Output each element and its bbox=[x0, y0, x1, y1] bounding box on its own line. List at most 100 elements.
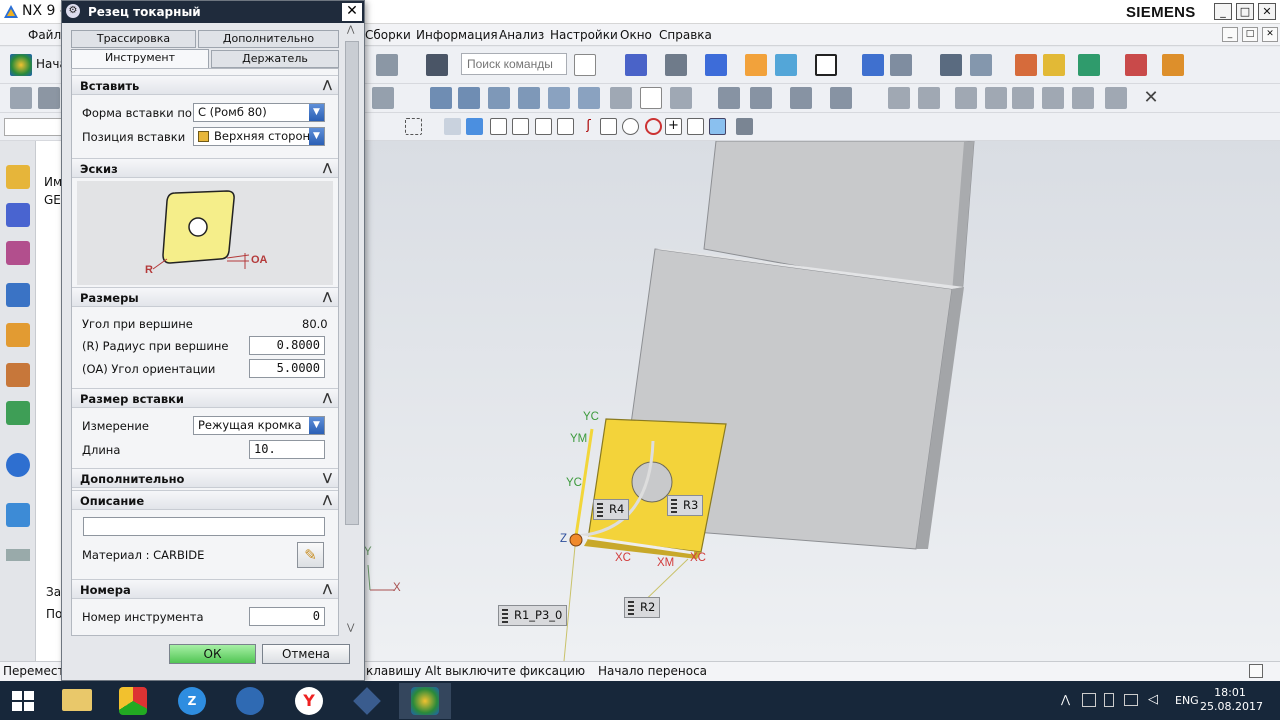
label-r3[interactable]: R3 bbox=[667, 495, 704, 516]
chevron-down-icon[interactable]: ▼ bbox=[309, 417, 324, 434]
op-icon-13[interactable] bbox=[718, 87, 740, 109]
start-icon[interactable] bbox=[10, 54, 32, 76]
snap-control-icon[interactable] bbox=[557, 118, 574, 135]
command-search-input[interactable] bbox=[461, 53, 567, 75]
file-explorer-icon[interactable] bbox=[62, 689, 92, 711]
language-indicator[interactable]: ENG bbox=[1175, 694, 1199, 707]
snap-curve-icon[interactable]: ʃ bbox=[580, 118, 597, 135]
snap-center-icon[interactable] bbox=[622, 118, 639, 135]
dialog-close-button[interactable]: ✕ bbox=[342, 3, 362, 21]
tray-battery-icon[interactable] bbox=[1104, 693, 1114, 707]
reuse-library-icon[interactable] bbox=[6, 323, 30, 347]
generate-icon[interactable] bbox=[1125, 54, 1147, 76]
doc-restore-icon[interactable]: □ bbox=[1242, 27, 1258, 42]
tray-volume-icon[interactable]: ◁ bbox=[1148, 692, 1158, 707]
menu-window[interactable]: Окно bbox=[620, 28, 652, 42]
move-object-icon[interactable] bbox=[890, 54, 912, 76]
snap-point-on-icon[interactable]: + bbox=[665, 118, 682, 135]
snap-end-icon[interactable] bbox=[512, 118, 529, 135]
op-icon-3[interactable] bbox=[372, 87, 394, 109]
graphics-window[interactable]: YC YM YC Z XC XM XC Y X R4 R3 R2 R1_P3_0 bbox=[364, 140, 1280, 662]
tool-number-input[interactable]: 0 bbox=[249, 607, 325, 626]
section-additional-header[interactable]: Дополнительно ⋁ bbox=[72, 468, 338, 488]
material-library-button[interactable]: ✎ bbox=[297, 542, 324, 568]
op-icon-2[interactable] bbox=[38, 87, 60, 109]
snap-mid-icon[interactable] bbox=[535, 118, 552, 135]
find-command-icon[interactable] bbox=[574, 54, 596, 76]
roles-icon[interactable] bbox=[6, 503, 30, 527]
op-icon-15[interactable] bbox=[790, 87, 812, 109]
expand-icon[interactable]: ⋁ bbox=[323, 471, 332, 484]
op-icon-16[interactable] bbox=[830, 87, 852, 109]
op-icon-20[interactable] bbox=[985, 87, 1007, 109]
op-icon-21[interactable] bbox=[1012, 87, 1034, 109]
operation-navigator-icon[interactable] bbox=[6, 283, 30, 307]
op-icon-22[interactable] bbox=[1042, 87, 1064, 109]
collapse-icon[interactable]: ⋀ bbox=[323, 161, 332, 174]
windows-start-icon[interactable] bbox=[12, 691, 34, 711]
menu-file[interactable]: Файл bbox=[28, 28, 61, 42]
section-sketch-header[interactable]: Эскиз ⋀ bbox=[72, 158, 338, 178]
tab-holder[interactable]: Держатель bbox=[211, 50, 339, 68]
app-icon-1[interactable] bbox=[119, 687, 147, 715]
scroll-up-icon[interactable]: ⋀ bbox=[347, 25, 354, 35]
snap-bounded-icon[interactable] bbox=[709, 118, 726, 135]
op-icon-5[interactable] bbox=[458, 87, 480, 109]
label-r4[interactable]: R4 bbox=[593, 499, 630, 520]
web-browser-icon[interactable] bbox=[6, 453, 30, 477]
tray-network-icon[interactable] bbox=[1082, 693, 1096, 707]
insert-position-select[interactable]: Верхняя сторона ▼ bbox=[193, 127, 325, 146]
machine-navigator-icon[interactable] bbox=[6, 363, 30, 387]
chevron-down-icon[interactable]: ▼ bbox=[309, 104, 324, 121]
op-icon-6[interactable] bbox=[488, 87, 510, 109]
description-input[interactable] bbox=[83, 517, 325, 536]
simulate-icon[interactable] bbox=[1078, 54, 1100, 76]
taskbar-clock[interactable]: 18:01 25.08.2017 bbox=[1200, 686, 1263, 714]
assembly-tool-icon[interactable] bbox=[376, 54, 398, 76]
op-icon-4[interactable] bbox=[430, 87, 452, 109]
history-icon[interactable] bbox=[6, 401, 30, 425]
rect-select-icon[interactable] bbox=[405, 118, 422, 135]
render-style-icon[interactable] bbox=[665, 54, 687, 76]
op-icon-11[interactable] bbox=[640, 87, 662, 109]
label-r1-p3-0[interactable]: R1_P3_0 bbox=[498, 605, 568, 626]
nx-taskbar-button[interactable] bbox=[399, 683, 451, 719]
yandex-browser-icon[interactable]: Y bbox=[295, 687, 323, 715]
app-icon-5[interactable] bbox=[353, 687, 381, 715]
part-navigator-icon[interactable] bbox=[6, 165, 30, 189]
tab-tool[interactable]: Инструмент bbox=[71, 49, 209, 69]
maximize-button[interactable]: □ bbox=[1236, 3, 1254, 20]
menu-assemblies[interactable]: Сборки bbox=[365, 28, 411, 42]
analysis-icon[interactable] bbox=[1015, 54, 1037, 76]
insert-shape-select[interactable]: C (Ромб 80) ▼ bbox=[193, 103, 325, 122]
section-dimensions-header[interactable]: Размеры ⋀ bbox=[72, 287, 338, 307]
x-close-icon[interactable]: ✕ bbox=[1140, 87, 1162, 109]
layer-icon[interactable] bbox=[745, 54, 767, 76]
op-icon-17[interactable] bbox=[888, 87, 910, 109]
collapse-icon[interactable]: ⋀ bbox=[323, 493, 332, 506]
check-icon[interactable] bbox=[1043, 54, 1065, 76]
tab-tracking[interactable]: Трассировка bbox=[71, 30, 196, 48]
orient-angle-input[interactable]: 5.0000 bbox=[249, 359, 325, 378]
op-icon-19[interactable] bbox=[955, 87, 977, 109]
select-body-icon[interactable] bbox=[444, 118, 461, 135]
menu-preferences[interactable]: Настройки bbox=[550, 28, 618, 42]
select-solid-icon[interactable] bbox=[466, 118, 483, 135]
app-icon-3[interactable] bbox=[236, 687, 264, 715]
ok-button[interactable]: ОК bbox=[169, 644, 256, 664]
op-icon-24[interactable] bbox=[1105, 87, 1127, 109]
op-icon-12[interactable] bbox=[670, 87, 692, 109]
menu-analysis[interactable]: Анализ bbox=[499, 28, 544, 42]
edit-section-icon[interactable] bbox=[775, 54, 797, 76]
menu-information[interactable]: Информация bbox=[416, 28, 498, 42]
tray-display-icon[interactable] bbox=[1124, 694, 1138, 706]
snap-point-icon[interactable] bbox=[490, 118, 507, 135]
cancel-button[interactable]: Отмена bbox=[262, 644, 350, 664]
minimize-button[interactable]: _ bbox=[1214, 3, 1232, 20]
op-icon-1[interactable] bbox=[10, 87, 32, 109]
filter-box[interactable] bbox=[4, 118, 62, 136]
collapse-icon[interactable]: ⋀ bbox=[323, 78, 332, 91]
op-icon-14[interactable] bbox=[750, 87, 772, 109]
op-icon-7[interactable] bbox=[518, 87, 540, 109]
scroll-down-icon[interactable]: ⋁ bbox=[347, 623, 354, 633]
